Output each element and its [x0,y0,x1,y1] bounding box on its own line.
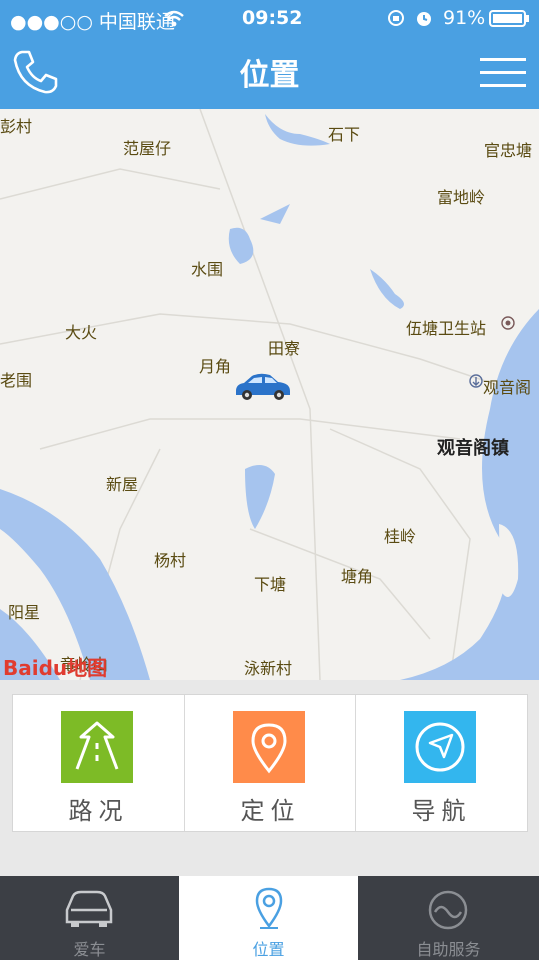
navigate-button[interactable]: 导航 [355,695,527,831]
map-label: 泳新村 [244,659,293,678]
map-label: 阳星 [8,603,41,622]
self-service-icon [428,890,468,930]
map-label: 富地岭 [437,188,486,207]
compass-icon [404,711,476,783]
wifi-icon [164,10,184,27]
map-label: 桂岭 [384,527,417,546]
tab-self-service[interactable]: 自助服务 [358,876,539,960]
poi-icon [469,374,483,388]
menu-icon[interactable] [480,56,526,90]
map-label: 石下 [328,125,361,144]
tab-location-label: 位置 [252,940,285,959]
clock: 09:52 [242,7,303,29]
battery-percent: 91% [443,7,486,29]
map-label: 杨村 [154,551,187,570]
title-bar: 位置 [0,38,539,109]
map-label: 伍塘卫生站 [406,319,487,338]
tab-location[interactable]: 位置 [179,876,358,960]
traffic-button[interactable]: 路况 [13,695,184,831]
map-label: 老围 [0,371,33,390]
map-label: 田寮 [268,339,301,358]
clinic-icon [501,316,515,330]
status-bar: ●●●○○ 中国联通 09:52 91% [0,0,539,38]
map-label: 观音阁 [483,378,532,397]
rotation-lock-icon [388,10,404,26]
page-title: 位置 [239,58,300,93]
map-label: 水围 [191,260,224,279]
map-label: 范屋仔 [123,139,172,158]
map-provider-logo: Baidu地图 [3,656,108,680]
traffic-label: 路况 [68,797,129,825]
map-label: 下塘 [254,575,287,594]
map-label: 塘角 [341,567,374,586]
action-panel: 路况 定位 导航 [12,694,528,832]
map-view[interactable]: 彭村 范屋仔 石下 官忠塘 富地岭 水围 大火 田寮 月角 老围 伍塘卫生站 观… [0,109,539,680]
battery-icon [489,10,529,27]
locate-label: 定位 [240,797,301,825]
map-label: 大火 [65,323,98,342]
car-icon [65,890,113,927]
navigate-label: 导航 [411,797,472,825]
map-label: 月角 [199,357,232,376]
location-pin-icon [233,711,305,783]
tab-car-label: 爱车 [73,940,106,959]
alarm-icon [417,12,431,26]
car-marker-icon[interactable] [232,371,294,401]
app-header: ●●●○○ 中国联通 09:52 91% 位置 [0,0,539,109]
road-icon [61,711,133,783]
tab-self-service-label: 自助服务 [416,940,481,959]
map-label: 彭村 [0,117,33,136]
tab-car[interactable]: 爱车 [0,876,179,960]
locate-button[interactable]: 定位 [184,695,356,831]
map-label: 新屋 [106,475,139,494]
bottom-tab-bar: 爱车 位置 自助服务 [0,876,539,960]
map-label: 观音阁镇 [437,438,509,459]
map-label: 官忠塘 [484,141,533,160]
location-tab-icon [255,887,283,929]
carrier: ●●●○○ 中国联通 [10,11,175,33]
